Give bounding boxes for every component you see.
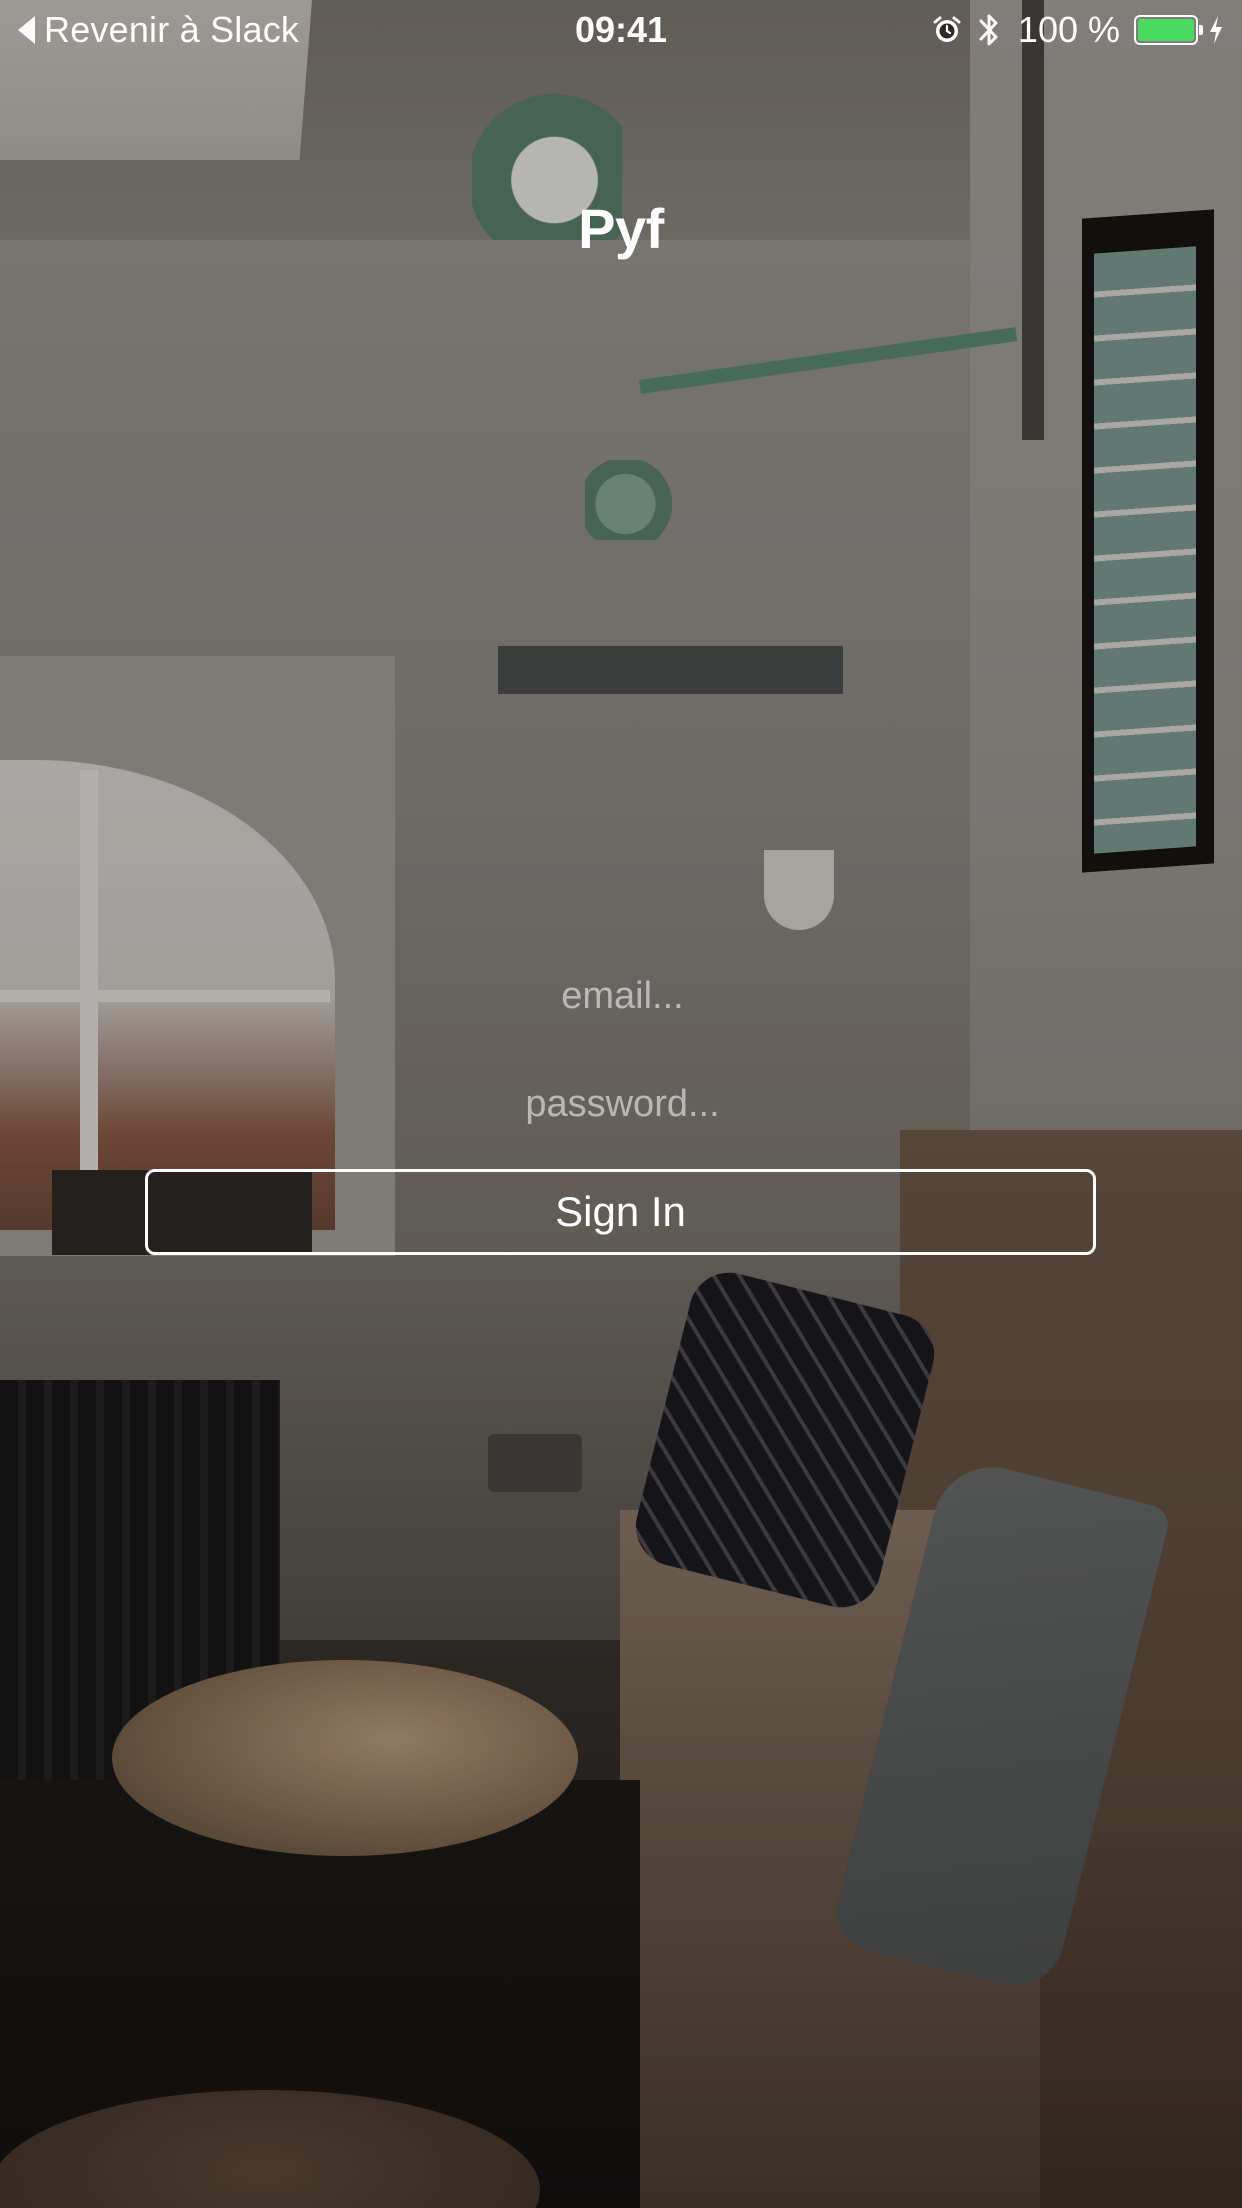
battery-cap	[1199, 25, 1203, 35]
battery-icon	[1134, 15, 1203, 45]
password-field[interactable]	[145, 1063, 1100, 1145]
battery-fill	[1138, 19, 1194, 41]
alarm-icon	[933, 16, 961, 42]
bluetooth-icon	[979, 14, 998, 46]
battery-percent: 100 %	[1017, 9, 1120, 50]
charging-bolt-icon	[1210, 16, 1222, 44]
status-bar: Revenir à Slack 09:41 100 %	[0, 0, 1242, 60]
sign-in-button[interactable]: Sign In	[145, 1169, 1096, 1255]
status-indicators: 100 %	[932, 8, 1224, 52]
login-screen: Revenir à Slack 09:41 100 % Pyf email...…	[0, 0, 1242, 2208]
app-title: Pyf	[578, 197, 664, 260]
email-field[interactable]	[145, 955, 1100, 1037]
